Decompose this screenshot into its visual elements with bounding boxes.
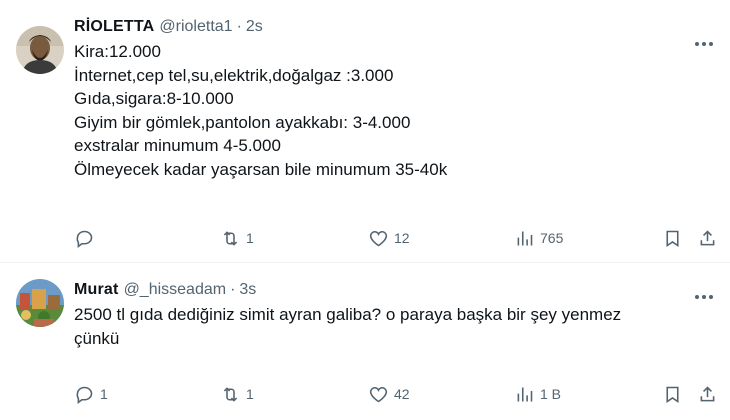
more-icon[interactable] (692, 287, 716, 307)
tweet-text: Kira:12.000 İnternet,cep tel,su,elektrik… (74, 40, 714, 181)
reply-icon (76, 230, 93, 248)
view-count: 1 B (540, 386, 562, 402)
view-count: 765 (540, 230, 564, 246)
tweet-text-line: exstralar minumum 4-5.000 (74, 136, 281, 155)
display-name[interactable]: RİOLETTA (74, 18, 154, 36)
tweet-text-line: çünkü (74, 329, 120, 348)
tweet-text: 2500 tl gıda dediğiniz simit ayran galib… (74, 303, 674, 351)
tweet-text-line: Kira:12.000 (74, 42, 161, 61)
timestamp[interactable]: 3s (239, 281, 256, 299)
tweet-text-line: 2500 tl gıda dediğiniz simit ayran galib… (74, 305, 622, 324)
more-icon[interactable] (692, 34, 716, 54)
action-bar: 1 12 765 (74, 226, 716, 250)
like-count: 42 (394, 386, 410, 402)
bookmark-button[interactable] (662, 384, 683, 405)
retweet-icon (223, 230, 238, 246)
share-button[interactable] (697, 228, 718, 249)
action-bar: 1 1 42 1 B (74, 382, 716, 406)
like-icon (369, 230, 388, 246)
views-button[interactable]: 765 (514, 228, 563, 249)
reply-button[interactable]: 1 (74, 384, 108, 405)
tweet[interactable]: RİOLETTA @rioletta1 · 2s Kira:12.000 İnt… (0, 0, 730, 263)
views-button[interactable]: 1 B (514, 384, 561, 405)
tweet-text-line: Ölmeyecek kadar yaşarsan bile minumum 35… (74, 159, 448, 179)
reply-count: 1 (100, 386, 108, 402)
tweet-text-line: İnternet,cep tel,su,elektrik,doğalgaz :3… (74, 65, 394, 85)
share-icon (700, 229, 715, 245)
avatar[interactable] (16, 279, 64, 327)
user-handle[interactable]: @rioletta1 (159, 18, 232, 36)
user-handle[interactable]: @_hisseadam (124, 281, 227, 299)
separator-dot: · (236, 18, 242, 35)
tweet[interactable]: Murat @_hisseadam · 3s 2500 tl gıda dedi… (0, 263, 730, 420)
views-icon (517, 231, 533, 245)
like-button[interactable]: 12 (368, 228, 410, 249)
retweet-count: 1 (246, 386, 254, 402)
tweet-text-line: Gıda,sigara:8-10.000 (74, 89, 234, 108)
retweet-button[interactable]: 1 (220, 384, 254, 405)
share-icon (700, 385, 715, 401)
like-button[interactable]: 42 (368, 384, 410, 405)
reply-button[interactable] (74, 228, 100, 249)
tweet-header: RİOLETTA @rioletta1 · 2s (74, 16, 714, 38)
share-button[interactable] (697, 384, 718, 405)
display-name[interactable]: Murat (74, 281, 119, 299)
bookmark-icon (666, 386, 679, 403)
tweet-text-line: Giyim bir gömlek,pantolon ayakkabı: 3-4.… (74, 112, 411, 132)
separator-dot: · (230, 281, 236, 298)
bookmark-icon (666, 230, 679, 247)
timestamp[interactable]: 2s (246, 18, 263, 36)
retweet-icon (223, 386, 238, 402)
tweet-header: Murat @_hisseadam · 3s (74, 279, 714, 301)
retweet-count: 1 (246, 230, 254, 246)
avatar[interactable] (16, 26, 64, 74)
views-icon (517, 387, 533, 401)
like-count: 12 (394, 230, 410, 246)
bookmark-button[interactable] (662, 228, 683, 249)
like-icon (369, 386, 388, 402)
reply-icon (76, 386, 93, 404)
retweet-button[interactable]: 1 (220, 228, 254, 249)
